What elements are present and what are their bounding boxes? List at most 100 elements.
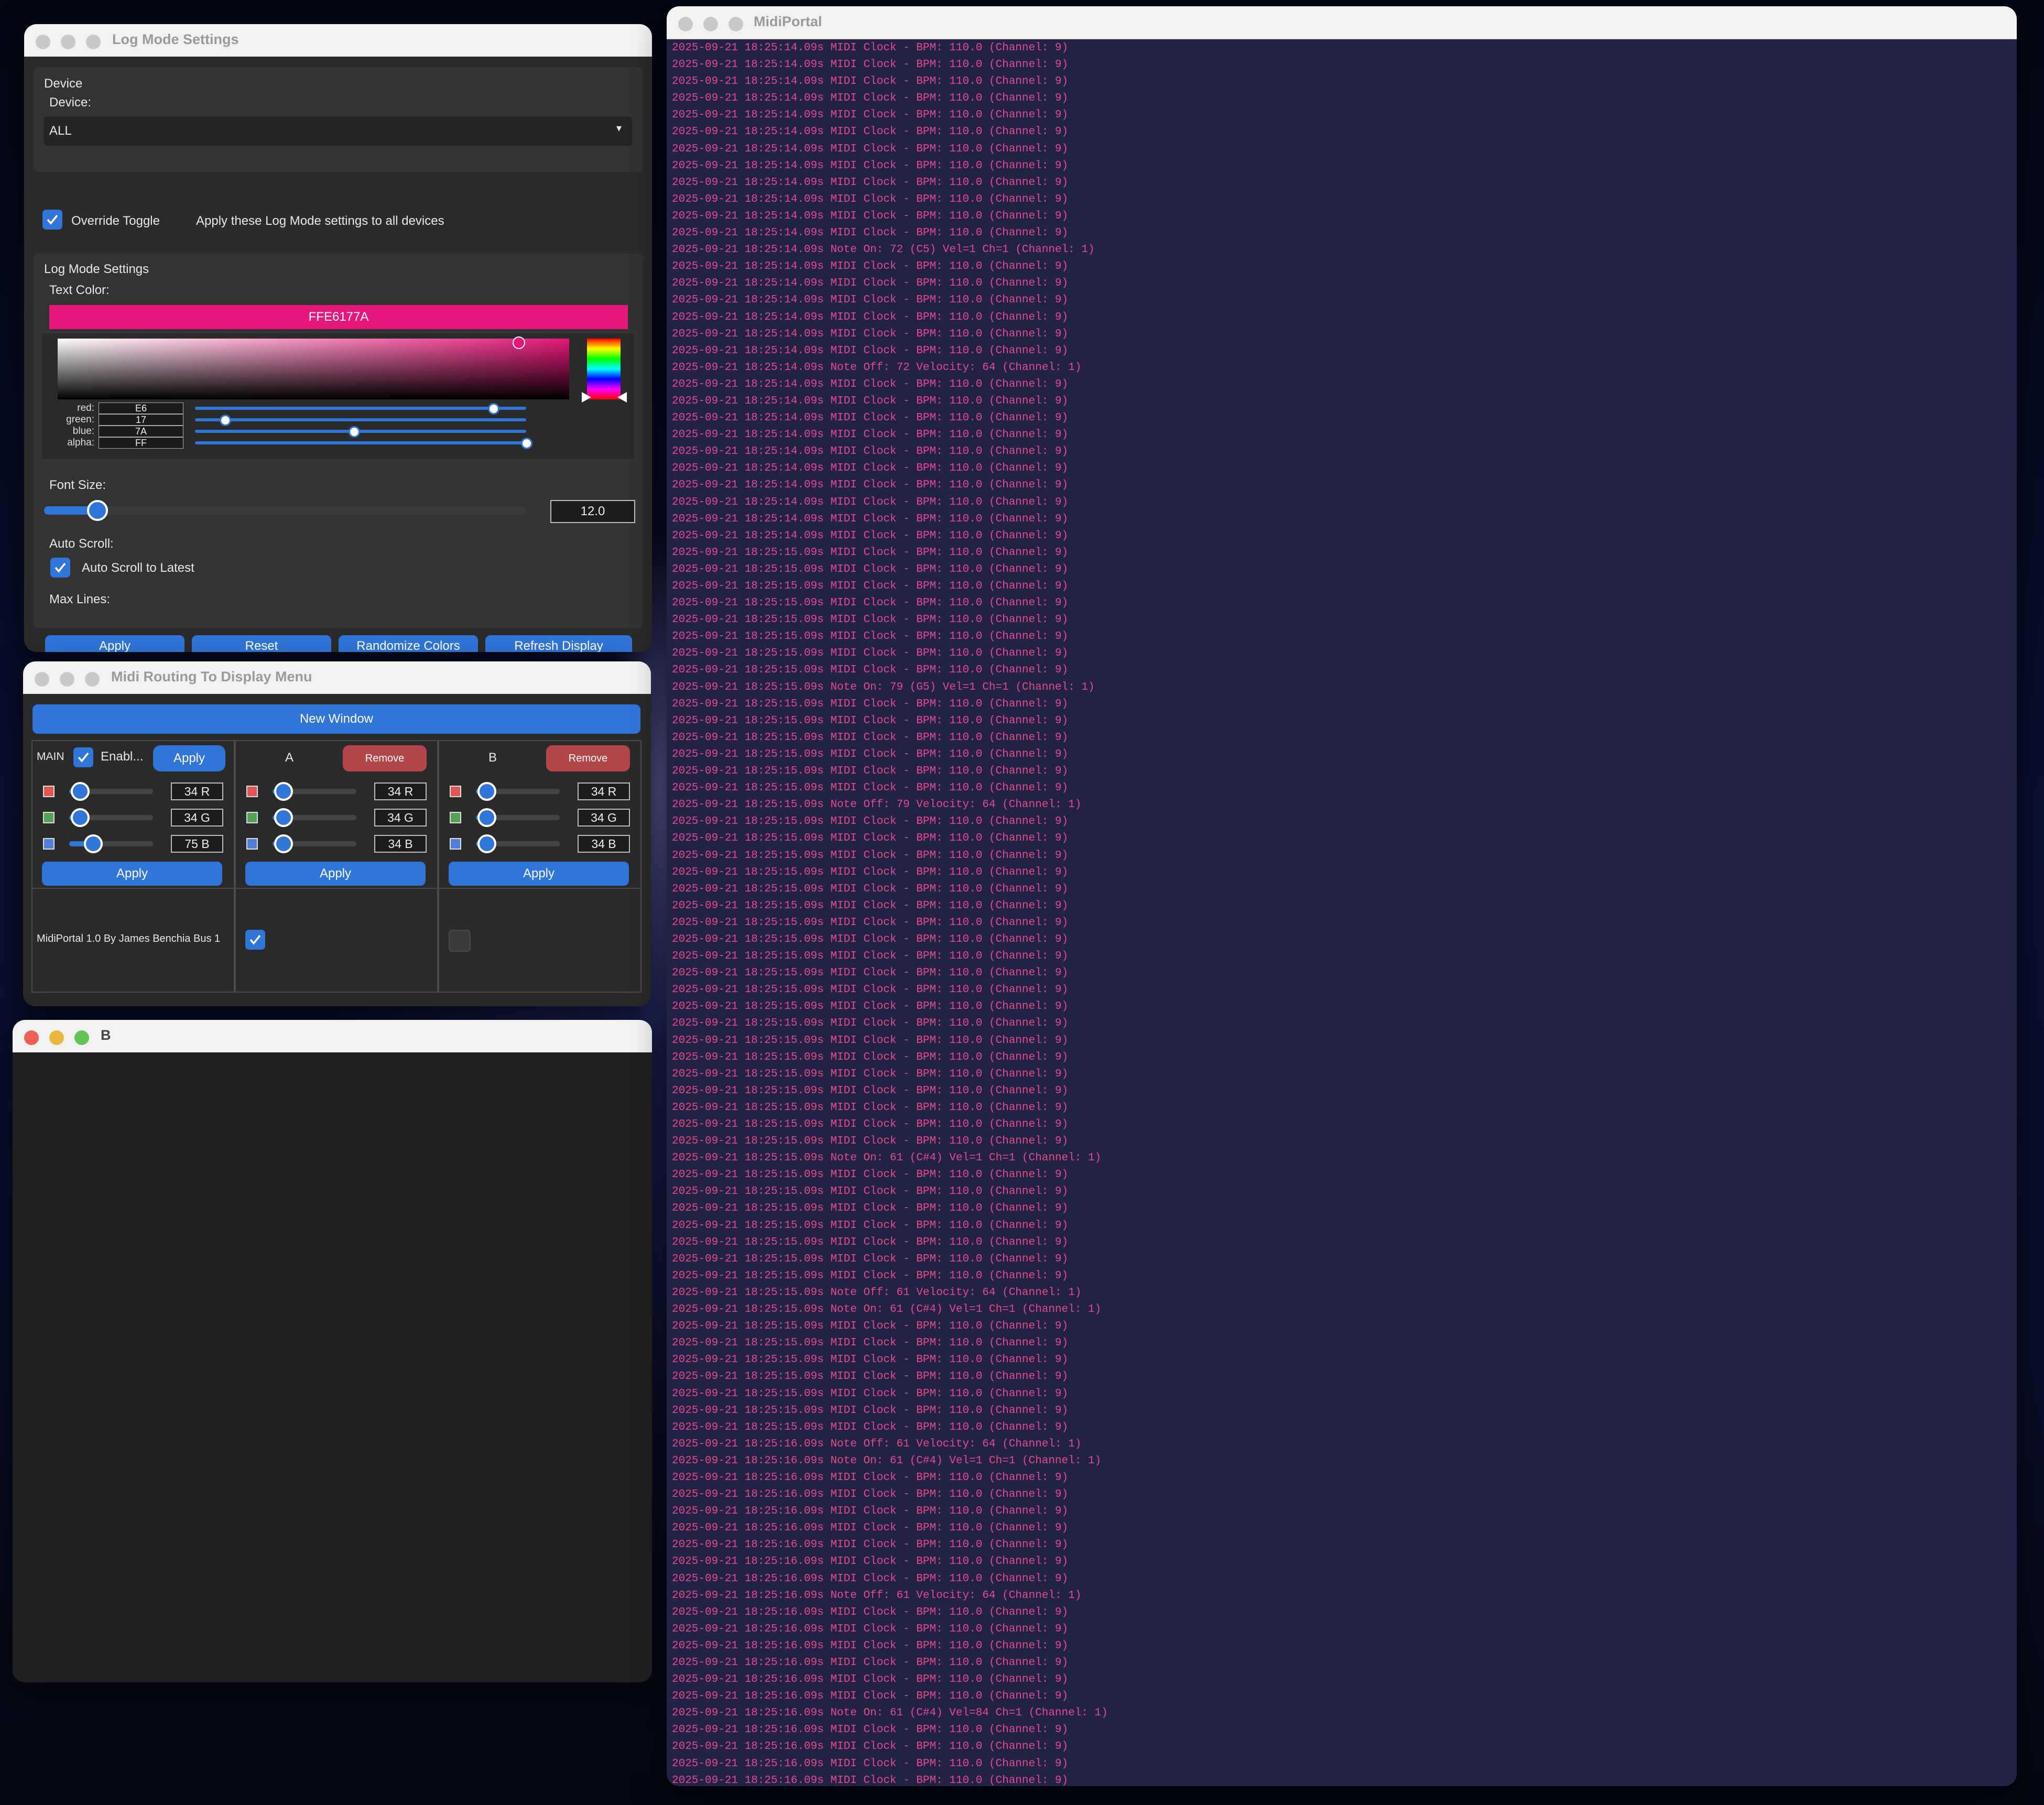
rgba-slider-thumb-2[interactable] bbox=[349, 426, 360, 438]
green-value-field[interactable]: 34 G bbox=[171, 809, 223, 827]
log-line: 2025-09-21 18:25:15.09s MIDI Clock - BPM… bbox=[672, 1219, 1069, 1232]
zoom-icon[interactable] bbox=[85, 672, 100, 687]
hue-pointer-right-icon[interactable] bbox=[617, 392, 627, 403]
close-icon[interactable] bbox=[36, 35, 50, 49]
b-window-titlebar[interactable]: B bbox=[13, 1020, 652, 1053]
log-line: 2025-09-21 18:25:15.09s MIDI Clock - BPM… bbox=[672, 748, 1069, 760]
main-apply-button[interactable]: Apply bbox=[153, 745, 225, 771]
log-line: 2025-09-21 18:25:14.09s MIDI Clock - BPM… bbox=[672, 227, 1069, 240]
remove-button[interactable]: Remove bbox=[546, 745, 630, 771]
font-size-value-field[interactable]: 12.0 bbox=[550, 500, 635, 523]
log-line: 2025-09-21 18:25:14.09s MIDI Clock - BPM… bbox=[672, 445, 1069, 458]
rgba-slider-track-0[interactable] bbox=[195, 407, 526, 410]
b-window-content bbox=[13, 1052, 652, 1682]
enable-checkbox[interactable] bbox=[73, 747, 93, 767]
minimize-icon[interactable] bbox=[703, 17, 718, 31]
auto-scroll-checkbox[interactable] bbox=[50, 558, 70, 578]
green-slider-thumb[interactable] bbox=[274, 808, 293, 827]
new-window-button[interactable]: New Window bbox=[32, 704, 640, 734]
column-apply-button[interactable]: Apply bbox=[42, 862, 222, 886]
zoom-icon[interactable] bbox=[729, 17, 743, 31]
check-icon bbox=[55, 562, 66, 573]
red-value-field[interactable]: 34 R bbox=[578, 782, 630, 800]
midi-routing-titlebar[interactable]: Midi Routing To Display Menu bbox=[23, 661, 651, 694]
rgba-slider-thumb-0[interactable] bbox=[488, 403, 499, 415]
minimize-icon[interactable] bbox=[61, 35, 75, 49]
minimize-icon[interactable] bbox=[60, 672, 74, 687]
midi-log-area[interactable]: 2025-09-21 18:25:14.09s MIDI Clock - BPM… bbox=[672, 40, 2017, 1786]
log-line: 2025-09-21 18:25:15.09s MIDI Clock - BPM… bbox=[672, 1404, 1069, 1417]
rgba-slider-track-2[interactable] bbox=[195, 430, 526, 433]
log-line: 2025-09-21 18:25:14.09s MIDI Clock - BPM… bbox=[672, 479, 1069, 492]
hue-pointer-left-icon[interactable] bbox=[582, 392, 591, 403]
blue-value-field[interactable]: 75 B bbox=[171, 835, 223, 853]
close-icon[interactable] bbox=[24, 1030, 39, 1045]
green-slider-thumb[interactable] bbox=[71, 808, 90, 827]
blue-slider-thumb[interactable] bbox=[84, 834, 103, 853]
red-slider-thumb[interactable] bbox=[274, 782, 293, 801]
column-apply-button[interactable]: Apply bbox=[245, 862, 426, 886]
blue-value-field[interactable]: 34 B bbox=[578, 835, 630, 853]
zoom-icon[interactable] bbox=[86, 35, 101, 49]
log-line: 2025-09-21 18:25:15.09s MIDI Clock - BPM… bbox=[672, 1236, 1069, 1248]
zoom-icon[interactable] bbox=[74, 1030, 89, 1045]
randomize-colors-button[interactable]: Randomize Colors bbox=[339, 635, 478, 652]
log-line: 2025-09-21 18:25:16.09s MIDI Clock - BPM… bbox=[672, 1657, 1069, 1669]
log-line: 2025-09-21 18:25:15.09s MIDI Clock - BPM… bbox=[672, 1068, 1069, 1080]
rgba-slider-thumb-3[interactable] bbox=[521, 438, 532, 449]
rgba-slider-thumb-1[interactable] bbox=[220, 415, 231, 426]
log-line: 2025-09-21 18:25:14.09s MIDI Clock - BPM… bbox=[672, 378, 1069, 390]
red-value-field[interactable]: 34 R bbox=[374, 782, 427, 800]
log-line: 2025-09-21 18:25:16.09s MIDI Clock - BPM… bbox=[672, 1471, 1069, 1484]
blue-slider-thumb[interactable] bbox=[274, 834, 293, 853]
log-line: 2025-09-21 18:25:14.09s MIDI Clock - BPM… bbox=[672, 328, 1069, 340]
blue-value-field[interactable]: 34 B bbox=[374, 835, 427, 853]
rgba-value-field-1[interactable]: 17 bbox=[99, 414, 183, 426]
log-line: 2025-09-21 18:25:14.09s MIDI Clock - BPM… bbox=[672, 126, 1069, 138]
log-line: 2025-09-21 18:25:15.09s Note On: 61 (C#4… bbox=[672, 1152, 1102, 1165]
close-icon[interactable] bbox=[678, 17, 693, 31]
log-line: 2025-09-21 18:25:16.09s MIDI Clock - BPM… bbox=[672, 1606, 1069, 1618]
minimize-icon[interactable] bbox=[49, 1030, 64, 1045]
green-value-field[interactable]: 34 G bbox=[578, 809, 630, 827]
saturation-value-area[interactable] bbox=[58, 339, 569, 399]
rgba-slider-track-1[interactable] bbox=[195, 418, 526, 421]
window-title: Log Mode Settings bbox=[112, 31, 239, 47]
device-route-checkbox-2[interactable] bbox=[449, 930, 471, 952]
red-slider-thumb[interactable] bbox=[71, 782, 90, 801]
log-line: 2025-09-21 18:25:15.09s MIDI Clock - BPM… bbox=[672, 1135, 1069, 1148]
log-line: 2025-09-21 18:25:16.09s MIDI Clock - BPM… bbox=[672, 1522, 1069, 1535]
green-value-field[interactable]: 34 G bbox=[374, 809, 427, 827]
log-line: 2025-09-21 18:25:15.09s MIDI Clock - BPM… bbox=[672, 1051, 1069, 1063]
picker-handle[interactable] bbox=[513, 336, 525, 349]
device-route-checkbox-1[interactable] bbox=[245, 930, 265, 950]
log-line: 2025-09-21 18:25:15.09s MIDI Clock - BPM… bbox=[672, 765, 1069, 778]
column-apply-button[interactable]: Apply bbox=[449, 862, 629, 886]
reset-button[interactable]: Reset bbox=[192, 635, 331, 652]
red-slider-thumb[interactable] bbox=[477, 782, 496, 801]
log-line: 2025-09-21 18:25:14.09s MIDI Clock - BPM… bbox=[672, 496, 1069, 508]
red-value-field[interactable]: 34 R bbox=[171, 782, 223, 800]
auto-scroll-checkbox-label: Auto Scroll to Latest bbox=[82, 561, 194, 575]
remove-button[interactable]: Remove bbox=[343, 745, 427, 771]
blue-slider-thumb[interactable] bbox=[477, 834, 496, 853]
midiportal-titlebar[interactable]: MidiPortal bbox=[667, 6, 2017, 39]
close-icon[interactable] bbox=[35, 672, 49, 687]
refresh-display-button[interactable]: Refresh Display bbox=[485, 635, 632, 652]
window-title: Midi Routing To Display Menu bbox=[111, 669, 312, 684]
red-swatch bbox=[43, 786, 55, 797]
rgba-value-field-2[interactable]: 7A bbox=[99, 426, 183, 437]
device-select[interactable]: ALL ▾ bbox=[44, 116, 632, 146]
font-size-slider-track[interactable] bbox=[44, 506, 526, 515]
hue-strip[interactable] bbox=[587, 339, 621, 399]
red-swatch bbox=[246, 786, 258, 797]
log-mode-settings-titlebar[interactable]: Log Mode Settings bbox=[24, 24, 652, 57]
rgba-value-field-3[interactable]: FF bbox=[99, 437, 183, 449]
apply-button[interactable]: Apply bbox=[45, 635, 184, 652]
rgba-value-field-0[interactable]: E6 bbox=[99, 403, 183, 414]
rgba-slider-track-3[interactable] bbox=[195, 441, 526, 444]
override-toggle-checkbox[interactable] bbox=[42, 210, 62, 230]
green-slider-thumb[interactable] bbox=[477, 808, 496, 827]
font-size-slider-thumb[interactable] bbox=[87, 500, 108, 521]
log-line: 2025-09-21 18:25:16.09s MIDI Clock - BPM… bbox=[672, 1741, 1069, 1753]
